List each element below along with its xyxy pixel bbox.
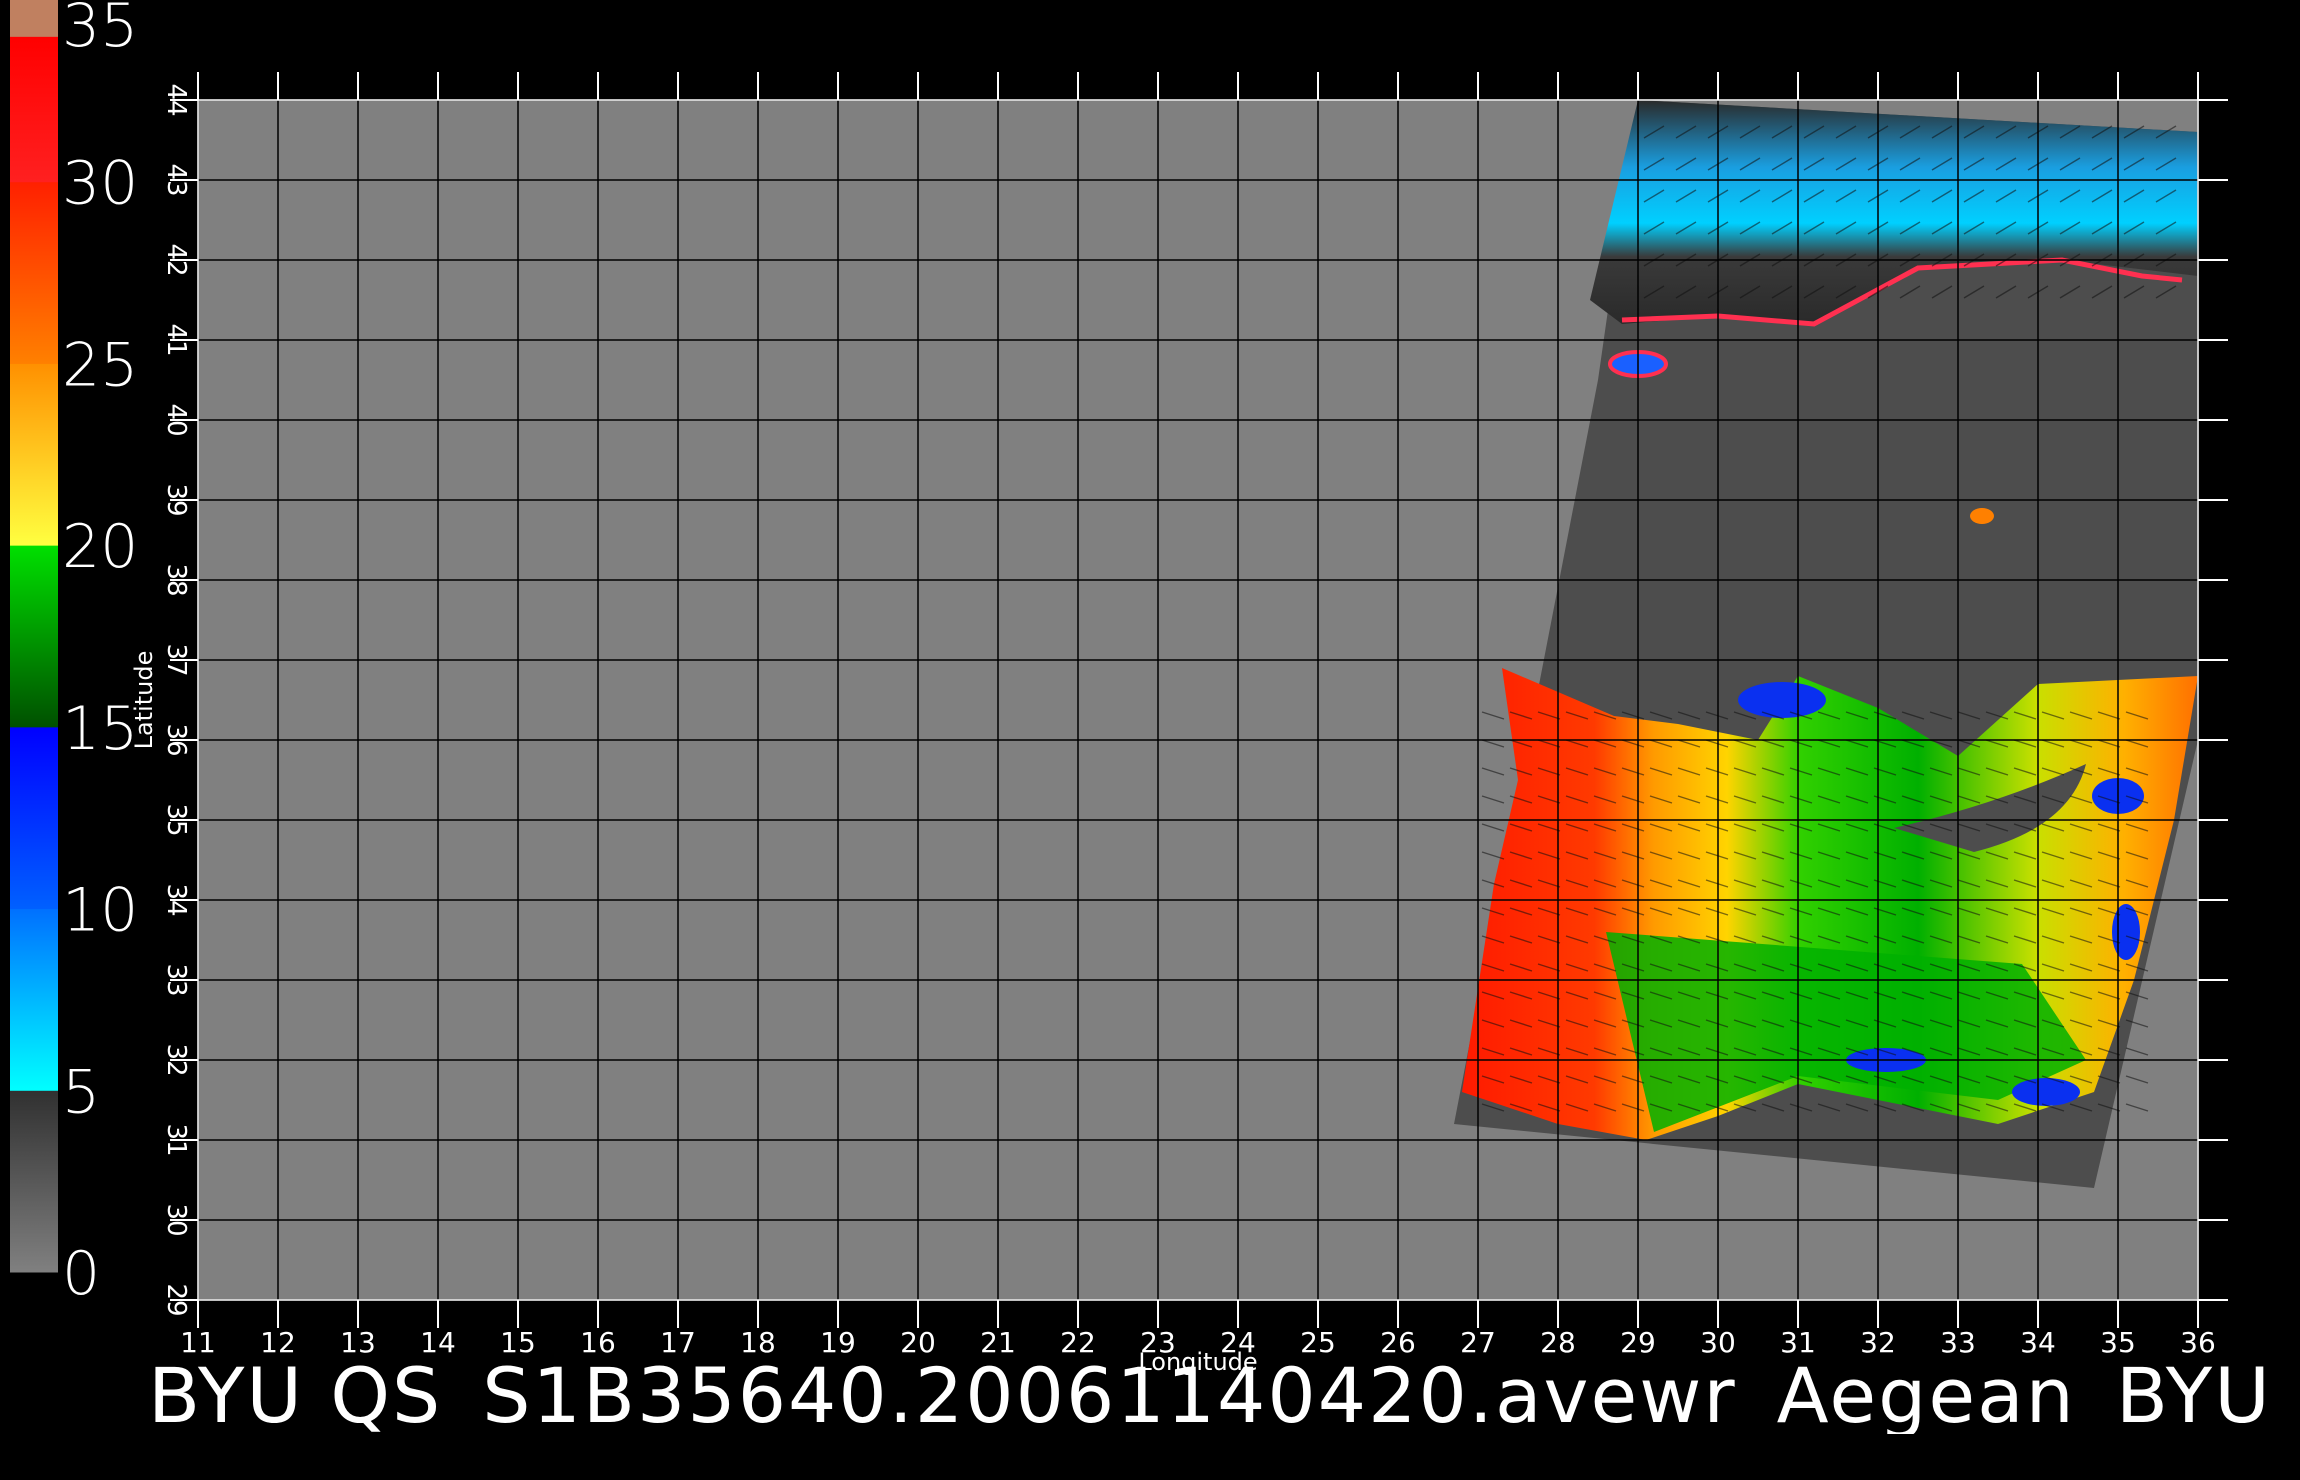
y-tick-label: 39 [161, 483, 191, 516]
y-tick-label: 44 [161, 83, 191, 116]
y-tick-labels: 29 30 31 32 33 34 35 36 37 38 39 40 41 42 43 44 [161, 83, 191, 1316]
y-tick-label: 41 [161, 323, 191, 356]
colorbar-segment [10, 363, 58, 546]
x-tick-label: 19 [820, 1326, 856, 1359]
x-tick-label: 15 [500, 1326, 536, 1359]
y-tick-label: 31 [161, 1123, 191, 1156]
colorbar-tick-label: 15 [62, 694, 138, 764]
x-tick-label: 20 [900, 1326, 936, 1359]
x-tick-label: 13 [340, 1326, 376, 1359]
region-lake [1970, 508, 1994, 524]
y-axis-label: Latitude [130, 651, 158, 750]
x-tick-label: 36 [2180, 1326, 2216, 1359]
y-tick-label: 36 [161, 723, 191, 756]
colorbar-tick-label: 5 [62, 1057, 100, 1127]
y-tick-label: 33 [161, 963, 191, 996]
x-tick-label: 25 [1300, 1326, 1336, 1359]
x-tick-label: 32 [1860, 1326, 1896, 1359]
x-tick-label: 33 [1940, 1326, 1976, 1359]
region-low-wind-4 [2012, 1078, 2080, 1106]
x-tick-label: 11 [180, 1326, 216, 1359]
colorbar-tick-label: 10 [62, 876, 138, 946]
x-tick-label: 22 [1060, 1326, 1096, 1359]
y-tick-label: 38 [161, 563, 191, 596]
colorbar-segment [10, 908, 58, 1091]
x-tick-label: 16 [580, 1326, 616, 1359]
x-tick-label: 31 [1780, 1326, 1816, 1359]
y-tick-label: 40 [161, 403, 191, 436]
y-tick-label: 32 [161, 1043, 191, 1076]
x-tick-label: 35 [2100, 1326, 2136, 1359]
colorbar-segment [10, 0, 58, 37]
colorbar-tick-label: 0 [62, 1239, 100, 1309]
y-tick-label: 30 [161, 1203, 191, 1236]
x-tick-label: 30 [1700, 1326, 1736, 1359]
chart-canvas: 0 5 10 15 20 25 30 35 11 12 13 14 15 16 17 18 19 20 21 22 2… [10, 0, 2228, 1376]
colorbar-labels: 0 5 10 15 20 25 30 35 [62, 0, 138, 1309]
colorbar-segment [10, 1090, 58, 1273]
x-tick-label: 21 [980, 1326, 1016, 1359]
y-tick-label: 42 [161, 243, 191, 276]
region-low-wind-5 [2112, 904, 2140, 960]
x-tick-label: 17 [660, 1326, 696, 1359]
x-tick-label: 34 [2020, 1326, 2056, 1359]
colorbar-segment [10, 726, 58, 910]
y-tick-label: 34 [161, 883, 191, 916]
x-tick-label: 27 [1460, 1326, 1496, 1359]
region-low-wind-1 [1738, 682, 1826, 718]
x-tick-label: 26 [1380, 1326, 1416, 1359]
y-tick-label: 37 [161, 643, 191, 676]
y-tick-label: 43 [161, 163, 191, 196]
colorbar-tick-label: 20 [62, 512, 138, 582]
colorbar-tick-label: 35 [62, 0, 138, 61]
colorbar-segment [10, 545, 58, 728]
x-tick-label: 18 [740, 1326, 776, 1359]
colorbar [10, 0, 58, 1273]
colorbar-tick-label: 30 [62, 149, 138, 219]
x-tick-label: 28 [1540, 1326, 1576, 1359]
footer-title: BYU QS_S1B35640.20061140420.avewr_Aegean… [148, 1358, 2300, 1434]
x-tick-label: 12 [260, 1326, 296, 1359]
colorbar-tick-label: 25 [62, 330, 138, 400]
colorbar-segment [10, 36, 58, 183]
x-tick-label: 14 [420, 1326, 456, 1359]
y-tick-label: 35 [161, 803, 191, 836]
colorbar-segment [10, 181, 58, 364]
y-tick-label: 29 [161, 1283, 191, 1316]
x-tick-label: 29 [1620, 1326, 1656, 1359]
